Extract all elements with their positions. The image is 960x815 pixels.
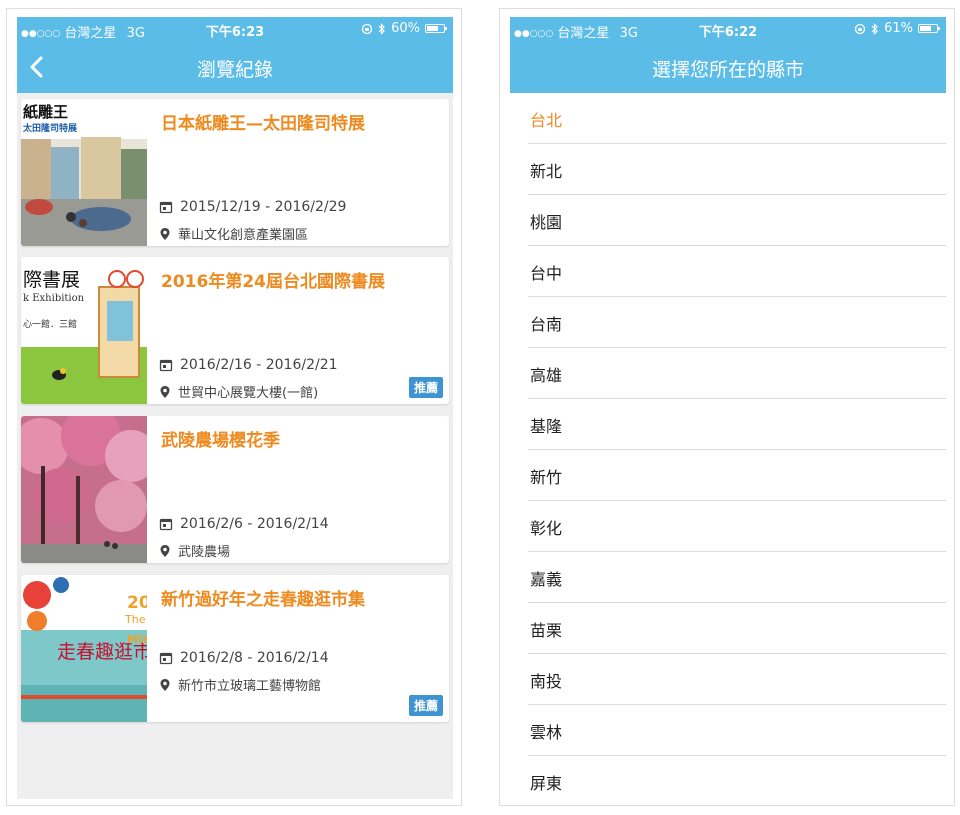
city-item[interactable]: 高雄	[528, 348, 946, 399]
event-card[interactable]: 走春趣逛市 20 The MO 新竹過好年之走春趣逛市集 2016/2/8 - …	[21, 575, 449, 722]
event-thumbnail	[21, 416, 147, 563]
rotation-lock-icon	[854, 23, 866, 34]
calendar-icon	[159, 359, 173, 372]
page-title: 瀏覽紀錄	[196, 59, 273, 81]
right-screenshot-frame: ●●○○○ 台灣之星 3G 下午6:22 61% 選擇您所在的縣市 台北 新北 …	[499, 8, 955, 806]
page-title: 選擇您所在的縣市	[651, 59, 804, 81]
thumb-caption: 心一館．三館	[23, 320, 78, 330]
battery-percent: 60%	[391, 21, 420, 36]
city-item[interactable]: 基隆	[528, 399, 946, 450]
city-label: 基隆	[530, 417, 563, 436]
bluetooth-icon	[378, 22, 385, 35]
nav-bar: 瀏覽紀錄	[17, 41, 453, 93]
thumb-heading: 紙雕王	[23, 103, 69, 121]
city-label: 雲林	[530, 723, 563, 742]
city-label: 台南	[530, 315, 563, 334]
city-label: 台中	[530, 264, 563, 283]
city-item[interactable]: 南投	[528, 654, 946, 705]
thumb-year: 20	[127, 593, 147, 613]
event-card[interactable]: 紙雕王 太田隆司特展 日本紙雕王—太田隆司特展 2015/12/19 - 201…	[21, 99, 449, 246]
status-bar: ●●○○○ 台灣之星 3G 下午6:23 60%	[17, 17, 453, 41]
location-pin-icon	[160, 544, 170, 557]
event-date: 2016/2/16 - 2016/2/21	[180, 357, 338, 373]
city-label: 屏東	[530, 774, 563, 793]
city-item[interactable]: 桃園	[528, 195, 946, 246]
city-label: 嘉義	[530, 570, 563, 589]
recommended-badge: 推薦	[408, 377, 443, 398]
city-select-screen: ●●○○○ 台灣之星 3G 下午6:22 61% 選擇您所在的縣市 台北 新北 …	[510, 17, 946, 799]
nav-bar: 選擇您所在的縣市	[510, 41, 946, 93]
location-pin-icon	[160, 678, 170, 691]
thumb-subheading: 太田隆司特展	[23, 124, 78, 134]
city-item[interactable]: 新北	[528, 144, 946, 195]
event-thumbnail: 走春趣逛市 20 The MO	[21, 575, 147, 722]
bluetooth-icon	[871, 22, 878, 35]
city-label: 新北	[530, 162, 563, 181]
city-item[interactable]: 屏東	[528, 756, 946, 799]
event-date: 2016/2/8 - 2016/2/14	[180, 650, 329, 666]
battery-icon	[918, 24, 940, 33]
city-label: 新竹	[530, 468, 563, 487]
city-label: 高雄	[530, 366, 563, 385]
city-item[interactable]: 台中	[528, 246, 946, 297]
battery-percent: 61%	[884, 21, 913, 36]
event-card[interactable]: 武陵農場櫻花季 2016/2/6 - 2016/2/14 武陵農場	[21, 416, 449, 563]
calendar-icon	[159, 201, 173, 214]
event-place: 新竹市立玻璃工藝博物館	[178, 679, 322, 694]
event-thumbnail: 際書展 k Exhibition 心一館．三館	[21, 257, 147, 404]
city-label: 彰化	[530, 519, 563, 538]
rotation-lock-icon	[361, 23, 373, 34]
city-label: 南投	[530, 672, 563, 691]
thumb-subheading: k Exhibition	[23, 293, 85, 304]
event-thumbnail: 紙雕王 太田隆司特展	[21, 99, 147, 246]
location-pin-icon	[160, 385, 170, 398]
thumb-heading: 際書展	[23, 269, 81, 291]
calendar-icon	[159, 652, 173, 665]
event-place: 世貿中心展覽大樓(一館)	[178, 386, 319, 401]
left-screenshot-frame: ●●○○○ 台灣之星 3G 下午6:23 60% 瀏覽紀錄 紙雕王 太田隆司特展…	[6, 8, 462, 806]
event-date: 2016/2/6 - 2016/2/14	[180, 516, 329, 532]
event-card[interactable]: 際書展 k Exhibition 心一館．三館 2016年第24屆台北國際書展 …	[21, 257, 449, 404]
event-date: 2015/12/19 - 2016/2/29	[180, 199, 347, 215]
event-title: 2016年第24屆台北國際書展	[161, 272, 385, 292]
event-title: 新竹過好年之走春趣逛市集	[161, 590, 365, 610]
location-pin-icon	[160, 227, 170, 240]
battery-icon	[425, 24, 447, 33]
city-item[interactable]: 台北	[528, 93, 946, 144]
event-title: 日本紙雕王—太田隆司特展	[161, 114, 365, 134]
thumb-caption-2: MO	[127, 633, 147, 646]
browse-history-screen: ●●○○○ 台灣之星 3G 下午6:23 60% 瀏覽紀錄 紙雕王 太田隆司特展…	[17, 17, 453, 799]
event-place: 華山文化創意產業園區	[178, 228, 309, 243]
recommended-badge: 推薦	[408, 695, 443, 716]
city-item[interactable]: 嘉義	[528, 552, 946, 603]
event-title: 武陵農場櫻花季	[161, 431, 280, 451]
city-item[interactable]: 彰化	[528, 501, 946, 552]
city-label: 苗栗	[530, 621, 563, 640]
city-label: 台北	[530, 111, 563, 130]
city-label: 桃園	[530, 213, 563, 232]
status-bar: ●●○○○ 台灣之星 3G 下午6:22 61%	[510, 17, 946, 41]
city-item[interactable]: 新竹	[528, 450, 946, 501]
city-item[interactable]: 台南	[528, 297, 946, 348]
city-item[interactable]: 苗栗	[528, 603, 946, 654]
thumb-caption: The	[125, 613, 146, 626]
calendar-icon	[159, 518, 173, 531]
city-item[interactable]: 雲林	[528, 705, 946, 756]
event-place: 武陵農場	[178, 545, 231, 560]
